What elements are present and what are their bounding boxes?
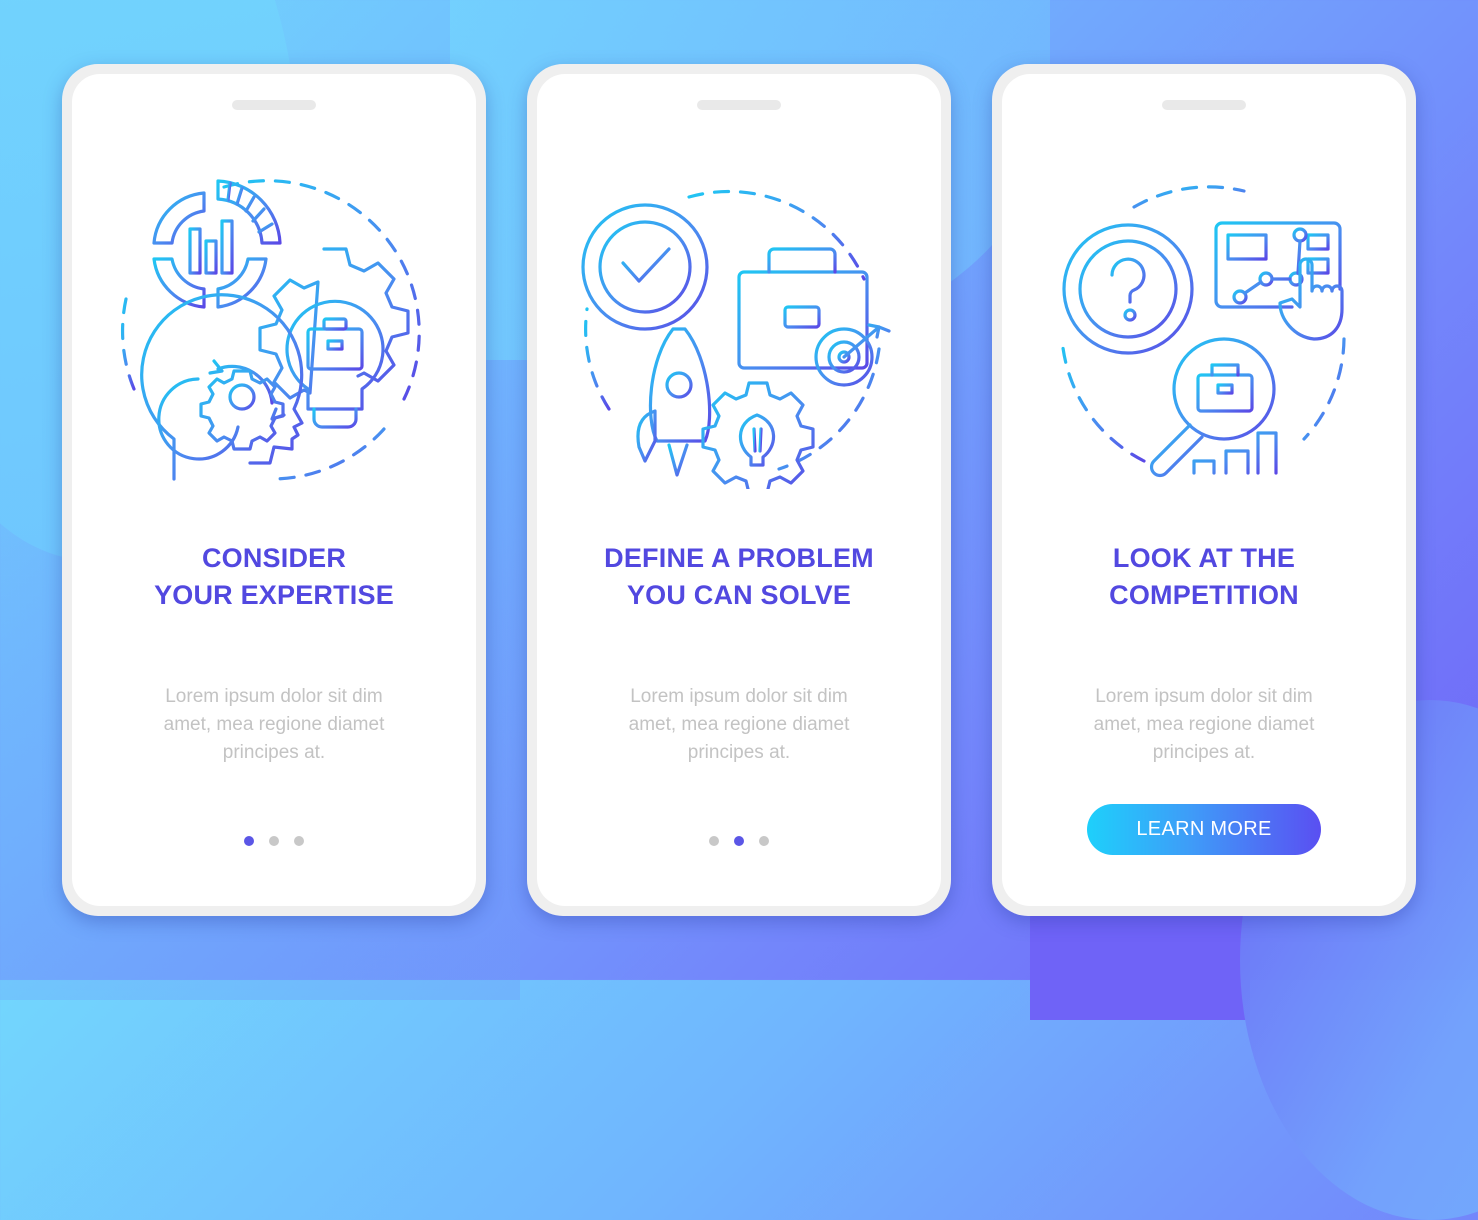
briefcase-icon [737,247,869,370]
phone-speaker [1162,100,1246,110]
expertise-illustration [120,179,421,481]
dashed-circle [1132,185,1246,209]
background-shape [1030,900,1250,1020]
description-line: Lorem ipsum dolor sit dim [1095,686,1313,707]
page-dot-2-active[interactable] [734,836,744,846]
phone-screen: CONSIDER YOUR EXPERTISE Lorem ipsum dolo… [72,74,476,906]
pagination-dots [72,836,476,846]
description-line: Lorem ipsum dolor sit dim [165,686,383,707]
target-question-icon [1056,217,1200,359]
page-dot-3[interactable] [294,836,304,846]
page-dot-2[interactable] [269,836,279,846]
onboarding-screen-3: LOOK AT THE COMPETITION Lorem ipsum dolo… [992,64,1416,916]
phone-screen: LOOK AT THE COMPETITION Lorem ipsum dolo… [1002,74,1406,906]
phone-speaker [232,100,316,110]
dashed-circle [687,189,866,281]
screen-description: Lorem ipsum dolor sit dim amet, mea regi… [577,683,901,767]
competition-illustration [1056,185,1346,478]
phone-screen: DEFINE A PROBLEM YOU CAN SOLVE Lorem ips… [537,74,941,906]
description-line: principes at. [1152,742,1256,763]
description-line: principes at. [687,742,791,763]
title-line: LOOK AT THE [1112,543,1296,573]
target-check-icon [579,197,713,337]
gear-lightbulb-briefcase-icon [258,247,410,429]
gear-lightbulb-icon [701,381,815,489]
screen-description: Lorem ipsum dolor sit dim amet, mea regi… [112,683,436,767]
page-dot-1[interactable] [709,836,719,846]
onboarding-screen-1: CONSIDER YOUR EXPERTISE Lorem ipsum dolo… [62,64,486,916]
description-line: Lorem ipsum dolor sit dim [630,686,848,707]
screen-description: Lorem ipsum dolor sit dim amet, mea regi… [1042,683,1366,767]
pagination-dots [537,836,941,846]
screen-title: DEFINE A PROBLEM YOU CAN SOLVE [537,540,941,614]
page-dot-3[interactable] [759,836,769,846]
learn-more-button[interactable]: LEARN MORE [1087,804,1321,855]
title-line: YOU CAN SOLVE [626,580,852,610]
screen-title: CONSIDER YOUR EXPERTISE [72,540,476,614]
title-line: COMPETITION [1109,580,1299,610]
description-line: amet, mea regione diamet [163,714,385,735]
dashboard-touch-icon [1214,221,1344,341]
page-dot-1-active[interactable] [244,836,254,846]
onboarding-screen-2: DEFINE A PROBLEM YOU CAN SOLVE Lorem ips… [527,64,951,916]
magnifier-briefcase-icon [1149,337,1276,478]
pie-chart-icon [152,179,282,309]
title-line: CONSIDER [201,543,347,573]
screen-title: LOOK AT THE COMPETITION [1002,540,1406,614]
title-line: DEFINE A PROBLEM [604,543,874,573]
rocket-icon [636,327,712,477]
description-line: principes at. [222,742,326,763]
problem-illustration [579,189,891,489]
title-line: YOUR EXPERTISE [154,580,394,610]
description-line: amet, mea regione diamet [628,714,850,735]
description-line: amet, mea regione diamet [1093,714,1315,735]
phone-speaker [697,100,781,110]
